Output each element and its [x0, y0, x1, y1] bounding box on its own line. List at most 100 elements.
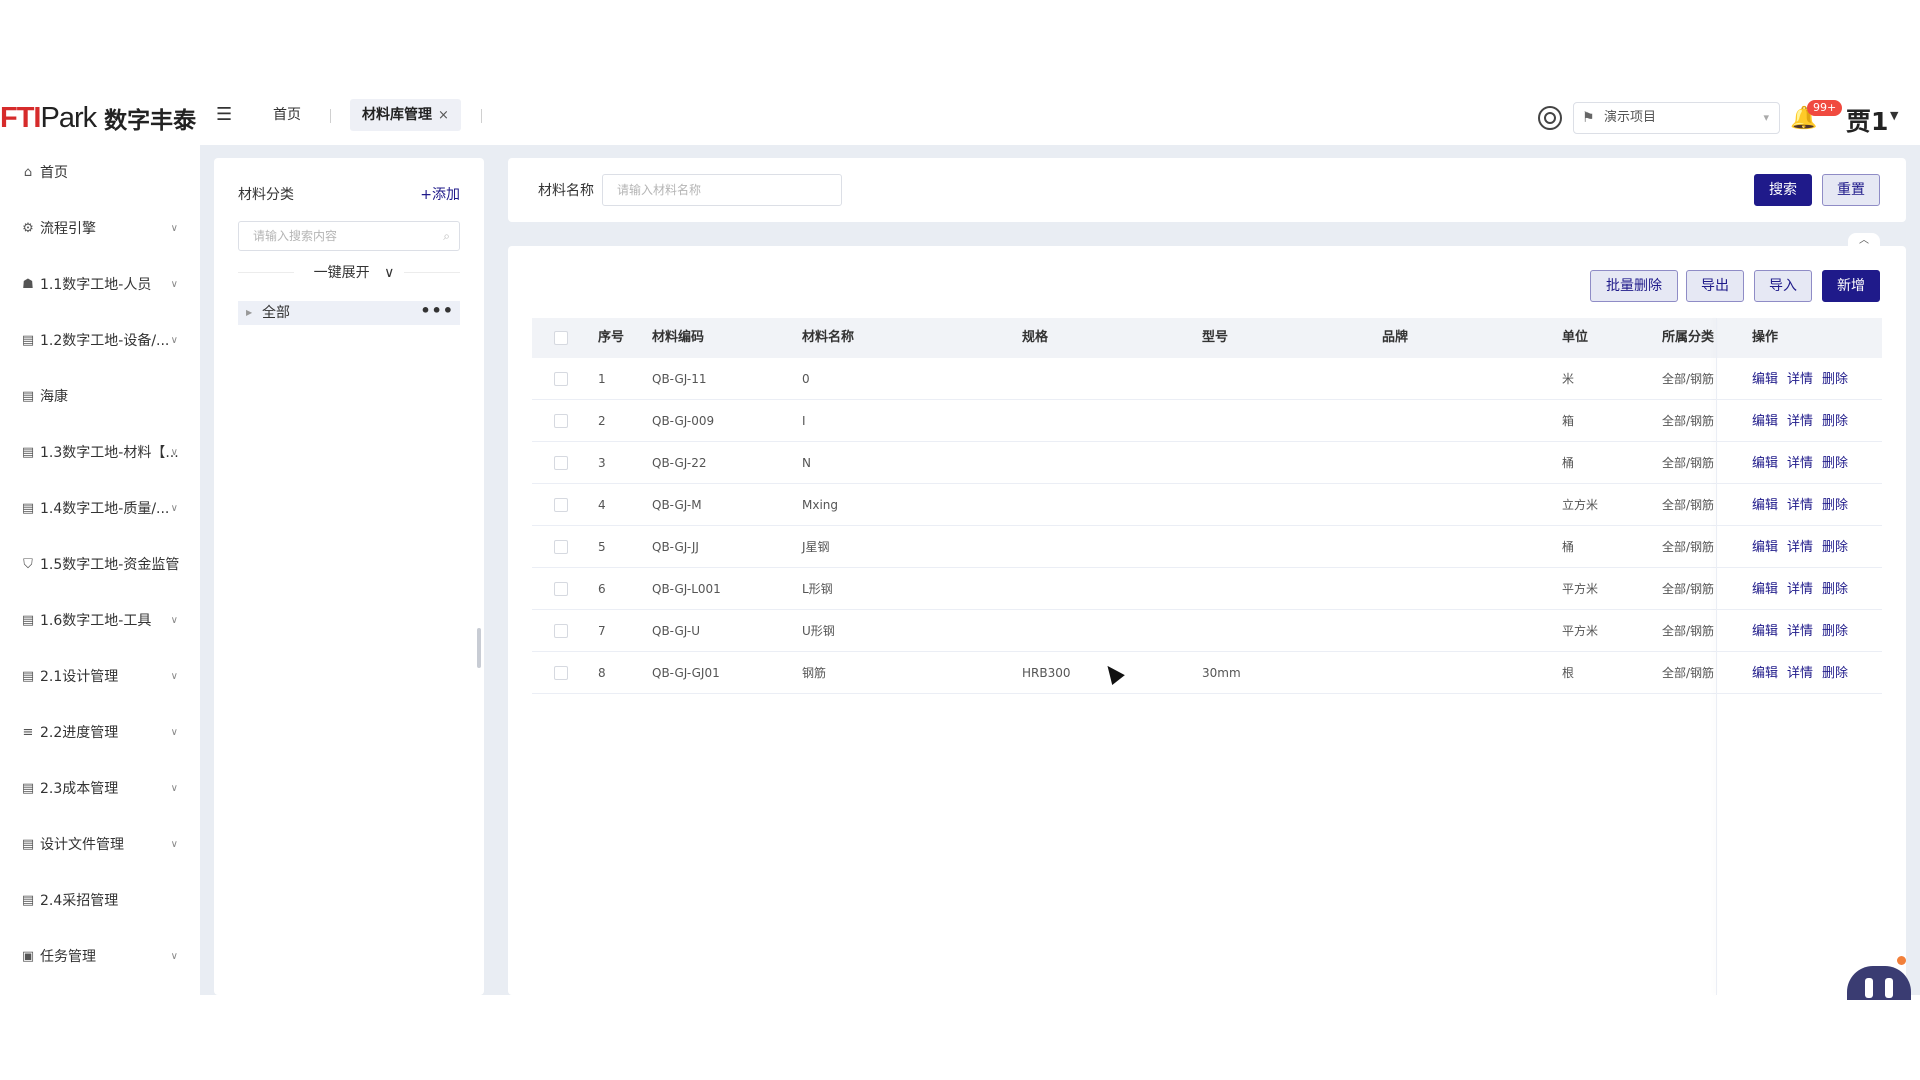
row-checkbox[interactable]	[554, 666, 568, 680]
delete-link[interactable]: 删除	[1822, 540, 1848, 555]
add-button[interactable]: 新增	[1822, 270, 1880, 302]
import-button[interactable]: 导入	[1754, 270, 1812, 302]
close-icon[interactable]: ×	[438, 108, 449, 123]
material-name-input[interactable]: 请输入材料名称	[602, 174, 842, 206]
row-checkbox[interactable]	[554, 372, 568, 386]
detail-link[interactable]: 详情	[1787, 666, 1813, 681]
search-button[interactable]: 搜索	[1754, 174, 1812, 206]
sidebar-item-site-tools[interactable]: ▤ 1.6数字工地-工具 ∨	[0, 605, 200, 635]
cell-actions: 编辑 详情 删除	[1752, 358, 1857, 400]
edit-link[interactable]: 编辑	[1752, 372, 1778, 387]
detail-link[interactable]: 详情	[1787, 456, 1813, 471]
tree-node-all[interactable]: ▶ 全部 •••	[238, 301, 460, 325]
row-checkbox[interactable]	[554, 498, 568, 512]
delete-link[interactable]: 删除	[1822, 624, 1848, 639]
edit-link[interactable]: 编辑	[1752, 666, 1778, 681]
sidebar-item-site-equipment[interactable]: ▤ 1.2数字工地-设备/... ∨	[0, 325, 200, 355]
tab-home[interactable]: 首页	[273, 99, 301, 131]
column-header-category: 所属分类	[1662, 330, 1715, 345]
row-checkbox[interactable]	[554, 414, 568, 428]
reset-button[interactable]: 重置	[1822, 174, 1880, 206]
delete-link[interactable]: 删除	[1822, 582, 1848, 597]
detail-link[interactable]: 详情	[1787, 582, 1813, 597]
material-name-label: 材料名称	[538, 183, 594, 199]
cell-actions: 编辑 详情 删除	[1752, 400, 1857, 442]
edit-link[interactable]: 编辑	[1752, 456, 1778, 471]
edit-link[interactable]: 编辑	[1752, 582, 1778, 597]
delete-link[interactable]: 删除	[1822, 372, 1848, 387]
sidebar-item-site-quality[interactable]: ▤ 1.4数字工地-质量/... ∨	[0, 493, 200, 523]
tab-material-library[interactable]: 材料库管理 ×	[350, 99, 461, 131]
delete-link[interactable]: 删除	[1822, 414, 1848, 429]
export-button[interactable]: 导出	[1686, 270, 1744, 302]
expand-all-button[interactable]: 一键展开 ∨	[214, 262, 484, 282]
table-row: 3 QB-GJ-22 N 桶 全部/钢筋 编辑 详情 删除	[532, 442, 1882, 484]
column-header-name: 材料名称	[802, 330, 855, 345]
row-checkbox[interactable]	[554, 582, 568, 596]
chevron-down-icon: ∨	[170, 446, 178, 458]
more-icon[interactable]: •••	[420, 299, 454, 323]
user-chevron-down-icon[interactable]: ▼	[1890, 109, 1898, 122]
chevron-down-icon: ▾	[1763, 111, 1769, 124]
help-icon[interactable]	[1538, 106, 1562, 130]
sidebar-item-tasks[interactable]: ▣ 任务管理 ∨	[0, 941, 200, 971]
sidebar-item-site-funds[interactable]: ⛉ 1.5数字工地-资金监管	[0, 549, 200, 579]
row-checkbox[interactable]	[554, 456, 568, 470]
panel-resize-handle[interactable]	[477, 628, 481, 668]
sidebar-item-label: 2.4采招管理	[40, 893, 119, 909]
table-row: 6 QB-GJ-L001 L形钢 平方米 全部/钢筋 编辑 详情 删除	[532, 568, 1882, 610]
sidebar-item-hikvision[interactable]: ▤ 海康	[0, 381, 200, 411]
cell-no: 5	[598, 540, 606, 554]
detail-link[interactable]: 详情	[1787, 414, 1813, 429]
column-header-spec: 规格	[1022, 330, 1049, 345]
category-search-input[interactable]: 请输入搜索内容 ⌕	[238, 221, 460, 251]
sidebar-item-label: 流程引擎	[40, 221, 96, 237]
select-all-checkbox[interactable]	[554, 331, 568, 345]
sidebar-item-site-material[interactable]: ▤ 1.3数字工地-材料【... ∨	[0, 437, 200, 467]
document-icon: ▤	[21, 892, 35, 908]
user-name[interactable]: 贾1	[1846, 102, 1888, 138]
edit-link[interactable]: 编辑	[1752, 414, 1778, 429]
top-header: FTIPark 数字丰泰 ☰ 首页 材料库管理 × ⚑ 演示项目 ▾ 🔔 99+ …	[0, 95, 1920, 145]
sidebar-item-label: 设计文件管理	[40, 837, 124, 853]
delete-link[interactable]: 删除	[1822, 666, 1848, 681]
delete-link[interactable]: 删除	[1822, 498, 1848, 513]
batch-delete-button[interactable]: 批量删除	[1590, 270, 1678, 302]
cell-code: QB-GJ-009	[652, 414, 715, 428]
document-icon: ▤	[21, 332, 35, 348]
cell-category: 全部/钢筋	[1662, 372, 1715, 386]
edit-link[interactable]: 编辑	[1752, 540, 1778, 555]
cell-category: 全部/钢筋	[1662, 666, 1715, 680]
detail-link[interactable]: 详情	[1787, 498, 1813, 513]
detail-link[interactable]: 详情	[1787, 624, 1813, 639]
chevron-down-icon: ∨	[170, 334, 178, 346]
sidebar-item-procurement[interactable]: ▤ 2.4采招管理	[0, 885, 200, 915]
assistant-robot-icon[interactable]	[1847, 966, 1911, 1000]
edit-link[interactable]: 编辑	[1752, 498, 1778, 513]
detail-link[interactable]: 详情	[1787, 372, 1813, 387]
caret-right-icon[interactable]: ▶	[246, 301, 252, 325]
sidebar-item-site-people[interactable]: ☗ 1.1数字工地-人员 ∨	[0, 269, 200, 299]
cell-category: 全部/钢筋	[1662, 540, 1715, 554]
row-checkbox[interactable]	[554, 624, 568, 638]
sidebar-item-progress[interactable]: ≡ 2.2进度管理 ∨	[0, 717, 200, 747]
project-select[interactable]: ⚑ 演示项目 ▾	[1573, 102, 1780, 134]
logo-cn: 数字丰泰	[104, 108, 197, 134]
sidebar-item-design-files[interactable]: ▤ 设计文件管理 ∨	[0, 829, 200, 859]
sidebar-item-home[interactable]: ⌂ 首页	[0, 157, 200, 187]
row-checkbox[interactable]	[554, 540, 568, 554]
tab-separator	[330, 109, 331, 123]
app: FTIPark 数字丰泰 ☰ 首页 材料库管理 × ⚑ 演示项目 ▾ 🔔 99+ …	[0, 0, 1920, 1080]
table-row: 1 QB-GJ-11 0 米 全部/钢筋 编辑 详情 删除	[532, 358, 1882, 400]
delete-link[interactable]: 删除	[1822, 456, 1848, 471]
chevron-down-icon: ∨	[384, 265, 395, 281]
edit-link[interactable]: 编辑	[1752, 624, 1778, 639]
sidebar-item-label: 首页	[40, 165, 68, 181]
menu-toggle-icon[interactable]: ☰	[216, 105, 236, 125]
detail-link[interactable]: 详情	[1787, 540, 1813, 555]
sidebar-item-cost[interactable]: ▤ 2.3成本管理 ∨	[0, 773, 200, 803]
sidebar-item-workflow[interactable]: ⚙ 流程引擎 ∨	[0, 213, 200, 243]
add-category-button[interactable]: +添加	[420, 184, 460, 204]
sidebar-item-design[interactable]: ▤ 2.1设计管理 ∨	[0, 661, 200, 691]
column-header-no: 序号	[598, 330, 625, 345]
